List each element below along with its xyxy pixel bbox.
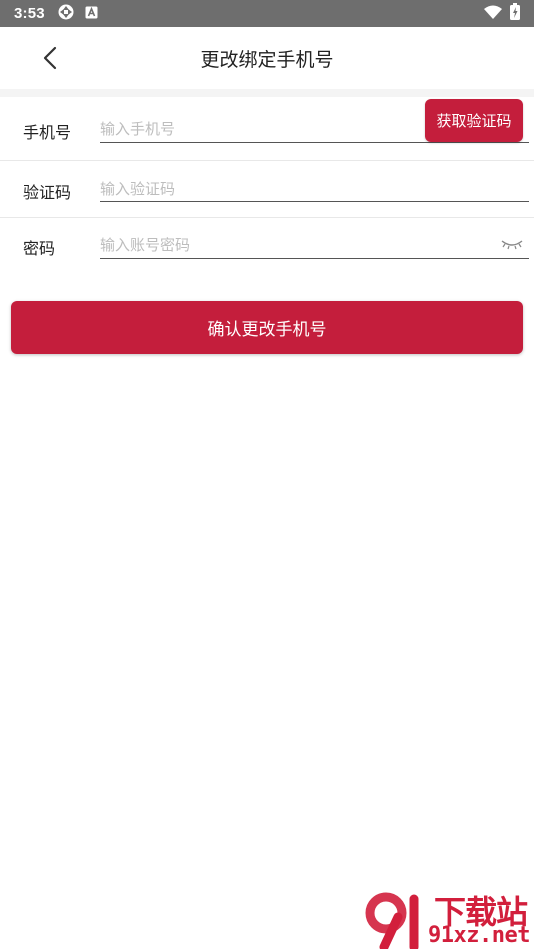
code-row: 验证码 xyxy=(0,161,534,217)
chevron-left-icon xyxy=(42,46,58,74)
sync-icon xyxy=(57,3,75,25)
phone-label: 手机号 xyxy=(23,123,72,142)
status-left-icons xyxy=(57,3,98,25)
app-header: 更改绑定手机号 xyxy=(0,27,534,89)
page-title: 更改绑定手机号 xyxy=(200,48,334,71)
confirm-change-phone-button[interactable]: 确认更改手机号 xyxy=(11,301,523,354)
code-label: 验证码 xyxy=(23,183,72,202)
status-bar: 3:53 xyxy=(0,0,534,27)
a-app-icon xyxy=(85,4,98,23)
watermark-logo-icon xyxy=(364,891,430,950)
watermark: 下载站 91xz.net xyxy=(364,885,534,950)
password-underline xyxy=(100,258,529,259)
status-time: 3:53 xyxy=(14,5,45,22)
code-input[interactable] xyxy=(100,178,520,200)
back-button[interactable] xyxy=(36,46,64,74)
password-input[interactable] xyxy=(100,234,490,256)
phone-input[interactable] xyxy=(100,118,420,140)
wifi-icon xyxy=(484,4,502,23)
get-code-button[interactable]: 获取验证码 xyxy=(425,99,523,142)
phone-underline xyxy=(100,142,529,143)
eye-closed-icon[interactable] xyxy=(500,236,524,250)
password-row: 密码 xyxy=(0,218,534,274)
battery-icon xyxy=(510,3,520,24)
password-label: 密码 xyxy=(23,239,56,258)
status-right-icons xyxy=(484,3,520,24)
header-divider xyxy=(0,89,534,97)
code-underline xyxy=(100,201,529,202)
watermark-bottom-text: 91xz.net xyxy=(428,923,530,948)
